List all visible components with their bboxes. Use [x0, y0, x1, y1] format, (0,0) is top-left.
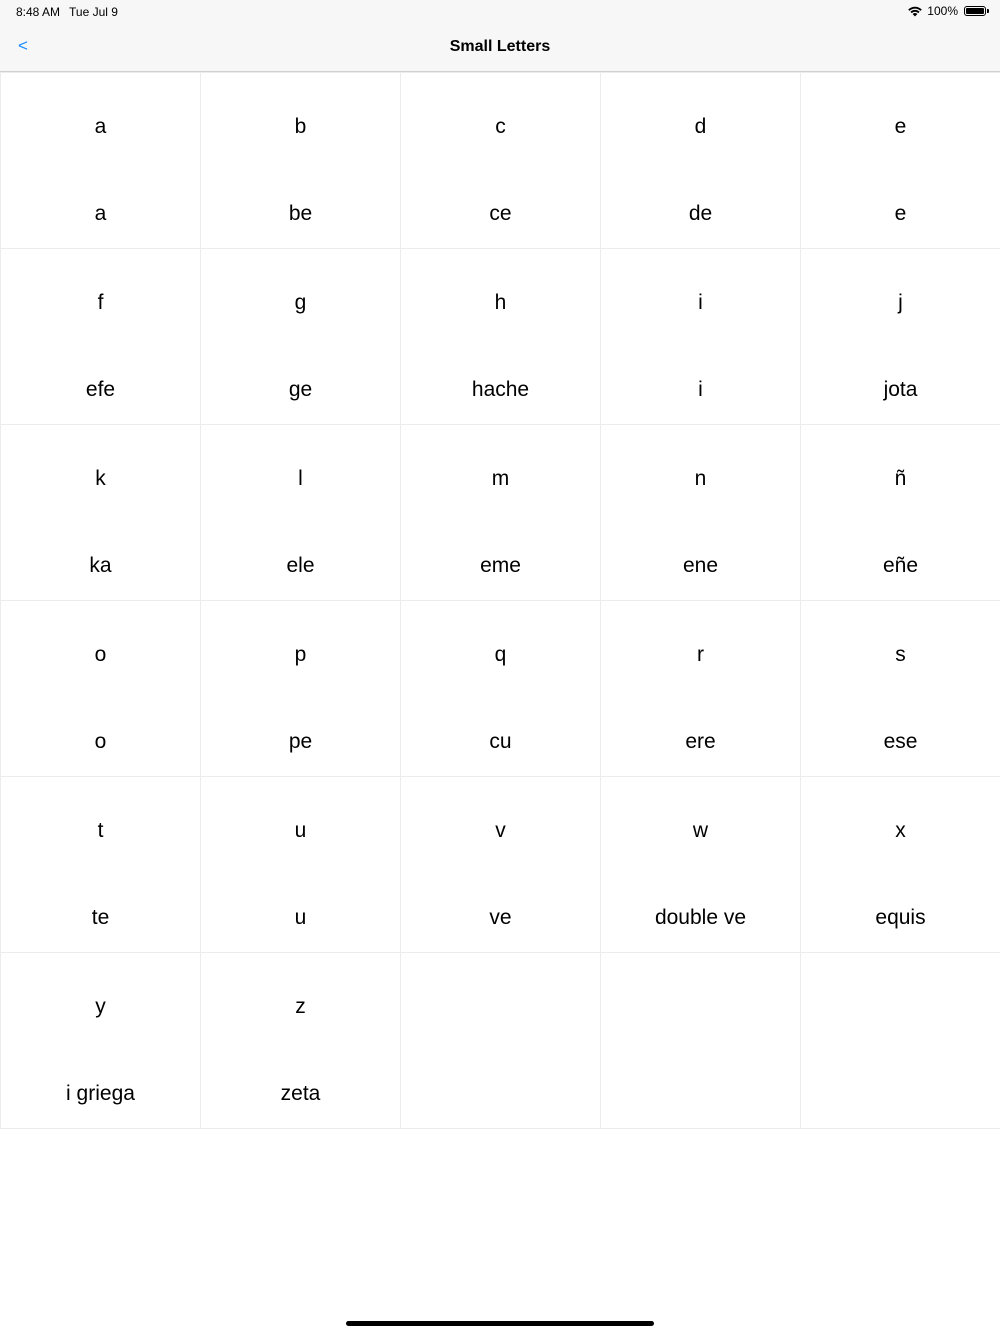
letter-tile[interactable]: oo [0, 600, 201, 777]
letter-tile[interactable]: j jota [800, 248, 1000, 425]
status-indicators: 100% [907, 4, 989, 18]
letter-tile[interactable]: w double ve [600, 776, 801, 953]
letter-tile[interactable]: h hache [400, 248, 601, 425]
letter-glyph: k [95, 467, 106, 490]
letter-name: pe [288, 730, 313, 753]
letter-glyph: s [895, 643, 906, 666]
letter-name: i [698, 378, 703, 401]
letter-tile[interactable]: uu [200, 776, 401, 953]
empty-cell [400, 952, 601, 1129]
letter-name: equis [875, 906, 926, 929]
letter-glyph: c [495, 115, 506, 138]
letter-tile[interactable]: c ce [400, 72, 601, 249]
letter-glyph: l [298, 467, 303, 490]
letter-glyph: b [294, 115, 307, 138]
letter-name: o [94, 730, 107, 753]
letter-glyph: x [895, 819, 906, 842]
letter-name: u [294, 906, 307, 929]
letter-glyph: n [694, 467, 707, 490]
letter-name: ce [489, 202, 512, 225]
letter-name: de [688, 202, 713, 225]
letter-tile[interactable]: s ese [800, 600, 1000, 777]
letter-name: eme [480, 554, 521, 577]
letter-name: ka [89, 554, 112, 577]
letter-tile[interactable]: t te [0, 776, 201, 953]
navigation-bar: < Small Letters [0, 24, 1000, 72]
letter-name: jota [883, 378, 918, 401]
letter-glyph: o [94, 643, 107, 666]
letter-name: ve [489, 906, 512, 929]
letter-tile[interactable]: aa [0, 72, 201, 249]
letter-glyph: w [692, 819, 709, 842]
status-datetime: 8:48 AM Tue Jul 9 [16, 5, 118, 19]
letter-tile[interactable]: b be [200, 72, 401, 249]
letter-glyph: d [694, 115, 707, 138]
letter-tile[interactable]: m eme [400, 424, 601, 601]
letter-tile[interactable]: d de [600, 72, 801, 249]
letter-glyph: t [97, 819, 104, 842]
letter-glyph: a [94, 115, 107, 138]
letter-tile[interactable]: k ka [0, 424, 201, 601]
letter-tile[interactable]: ii [600, 248, 801, 425]
letter-name: cu [489, 730, 512, 753]
letter-name: ene [682, 554, 719, 577]
letter-glyph: g [294, 291, 307, 314]
letter-tile[interactable]: x equis [800, 776, 1000, 953]
letter-glyph: m [491, 467, 510, 490]
page-title: Small Letters [449, 38, 551, 55]
screen: 8:48 AM Tue Jul 9 100% < Small Letters aa… [0, 0, 1000, 1334]
letter-name: ge [288, 378, 313, 401]
empty-cell [800, 952, 1000, 1129]
letter-name: double ve [654, 906, 747, 929]
letter-tile[interactable]: n ene [600, 424, 801, 601]
letter-name: efe [85, 378, 116, 401]
letter-tile[interactable]: ee [800, 72, 1000, 249]
letter-glyph: p [294, 643, 307, 666]
wifi-icon [908, 6, 923, 17]
status-time: 8:48 AM [16, 5, 61, 19]
letter-name: zeta [280, 1082, 321, 1105]
letter-glyph: v [495, 819, 506, 842]
letter-tile[interactable]: ñ eñe [800, 424, 1000, 601]
letter-name: eñe [882, 554, 919, 577]
letter-tile[interactable]: y i griega [0, 952, 201, 1129]
letter-glyph: h [494, 291, 507, 314]
letter-glyph: z [295, 995, 306, 1018]
letter-glyph: j [898, 291, 903, 314]
letter-glyph: u [294, 819, 307, 842]
letter-glyph: r [697, 643, 704, 666]
letter-tile[interactable]: z zeta [200, 952, 401, 1129]
letter-glyph: ñ [894, 467, 907, 490]
letter-tile[interactable]: r ere [600, 600, 801, 777]
letter-glyph: q [494, 643, 507, 666]
letter-name: hache [471, 378, 530, 401]
battery-icon [964, 6, 989, 16]
letter-grid: a a b be c ce d de e e f efe g ge h hache i i j jota k ka l ele… [0, 72, 1000, 1129]
letter-tile[interactable]: f efe [0, 248, 201, 425]
letter-tile[interactable]: q cu [400, 600, 601, 777]
letter-name: te [91, 906, 110, 929]
letter-tile[interactable]: g ge [200, 248, 401, 425]
letter-name: ese [883, 730, 918, 753]
letter-name: e [894, 202, 907, 225]
letter-tile[interactable]: l ele [200, 424, 401, 601]
status-date: Tue Jul 9 [69, 5, 118, 19]
letter-glyph: y [95, 995, 106, 1018]
empty-cell [600, 952, 801, 1129]
status-bar: 8:48 AM Tue Jul 9 100% [0, 0, 1000, 24]
letter-name: ere [685, 730, 716, 753]
letter-glyph: i [698, 291, 703, 314]
home-indicator[interactable] [346, 1321, 654, 1326]
letter-tile[interactable]: p pe [200, 600, 401, 777]
letter-name: be [288, 202, 313, 225]
letter-glyph: f [97, 291, 104, 314]
letter-name: a [94, 202, 107, 225]
battery-percent: 100% [927, 4, 958, 18]
letter-glyph: e [894, 115, 907, 138]
letter-name: i griega [66, 1082, 135, 1105]
letter-tile[interactable]: v ve [400, 776, 601, 953]
letter-name: ele [286, 554, 315, 577]
